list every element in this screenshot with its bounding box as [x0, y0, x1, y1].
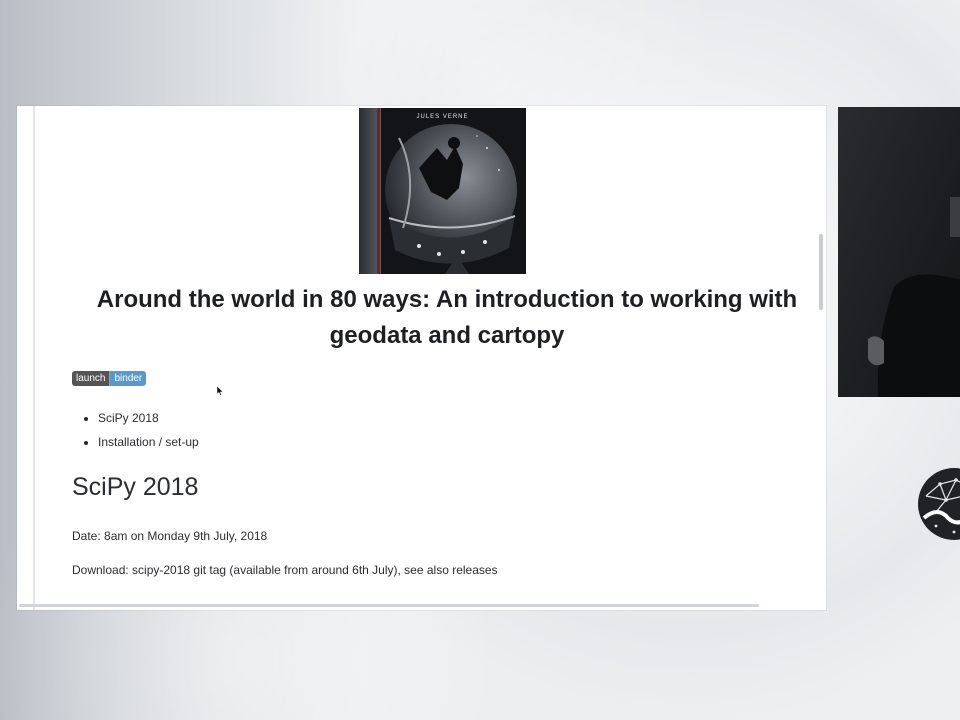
launch-binder-badge[interactable]: launch binder — [72, 371, 147, 386]
book-cover-art — [359, 108, 526, 274]
presenter-video-frame — [838, 107, 960, 397]
table-of-contents: SciPy 2018 Installation / set-up — [84, 406, 199, 454]
browser-window: JULES VERNE Around the world in 80 ways:… — [17, 106, 826, 610]
horizontal-scrollbar[interactable] — [19, 604, 759, 607]
download-paragraph: Download: scipy-2018 git tag (available … — [72, 563, 498, 577]
scipy-logo-icon — [918, 468, 960, 540]
vertical-scrollbar[interactable] — [819, 234, 823, 310]
badge-binder-label: binder — [109, 371, 147, 386]
toc-item-installation[interactable]: Installation / set-up — [98, 430, 199, 454]
toc-item-scipy-2018[interactable]: SciPy 2018 — [98, 406, 199, 430]
badge-launch-label: launch — [72, 371, 110, 386]
book-cover-image: JULES VERNE — [359, 108, 526, 274]
mouse-pointer-icon — [217, 386, 223, 396]
left-border — [33, 106, 35, 610]
cover-author-text: JULES VERNE — [416, 114, 469, 120]
page-title: Around the world in 80 ways: An introduc… — [96, 286, 798, 349]
date-paragraph: Date: 8am on Monday 9th July, 2018 — [72, 529, 268, 543]
presenter-video — [838, 107, 960, 397]
section-heading: SciPy 2018 — [72, 473, 199, 501]
